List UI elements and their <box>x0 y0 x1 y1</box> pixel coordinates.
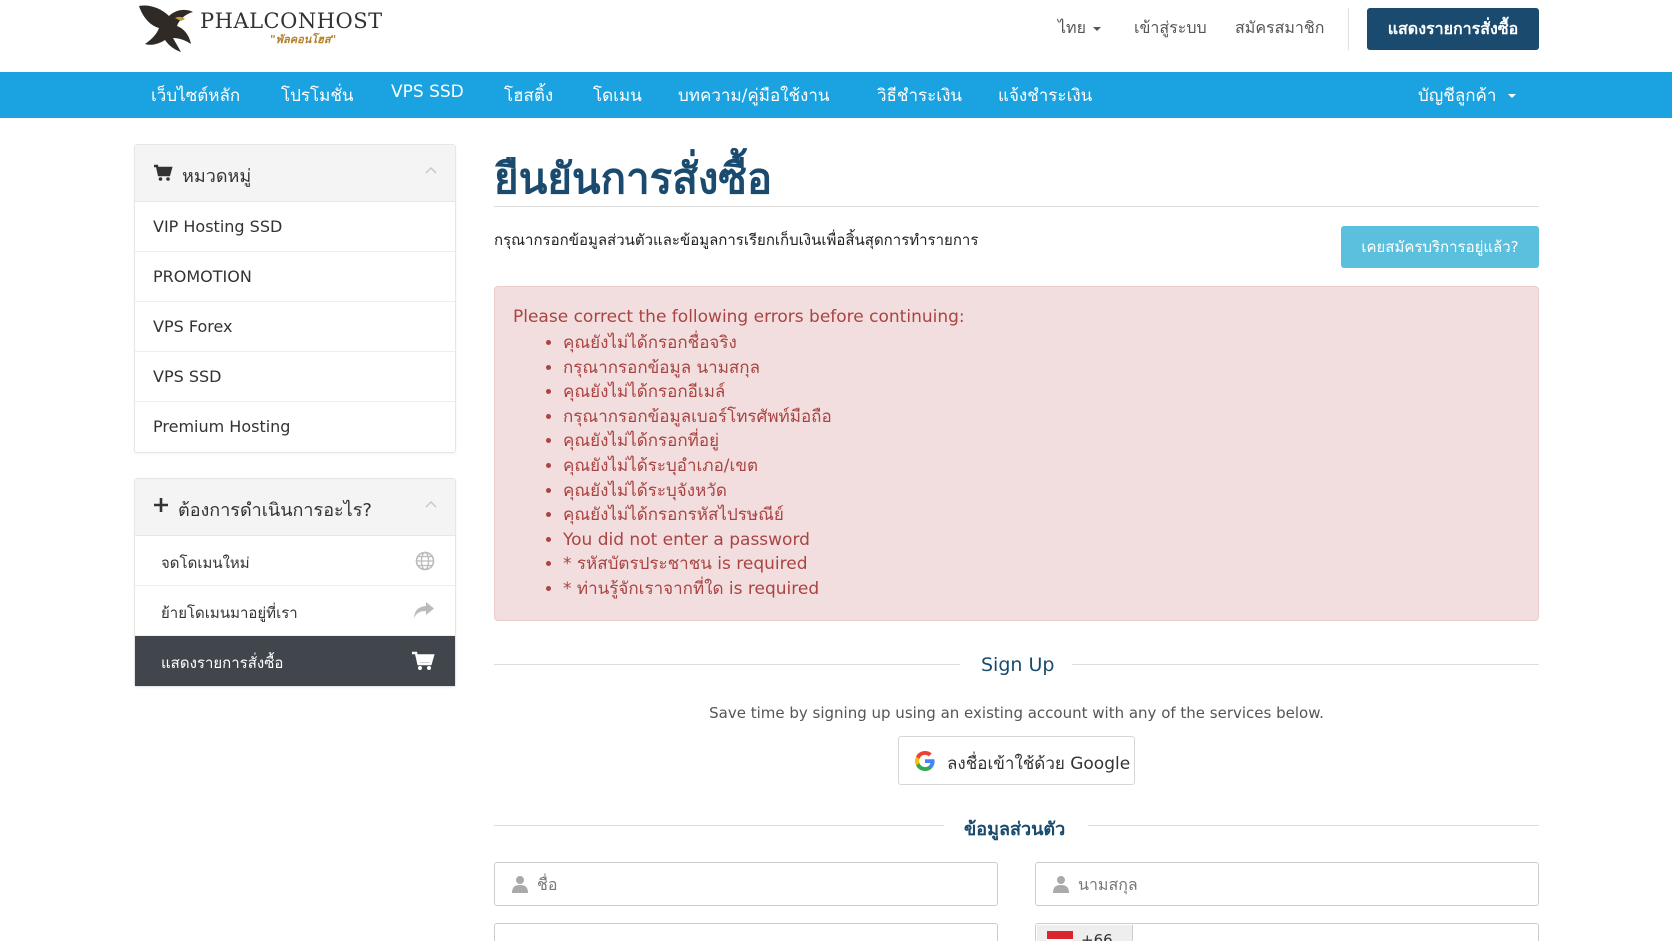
nav-item-promotion[interactable]: โปรโมชั่น <box>281 82 354 109</box>
cart-icon <box>153 164 173 186</box>
error-item: คุณยังไม่ได้กรอกอีเมล์ <box>563 380 832 405</box>
categories-panel-header[interactable]: หมวดหมู่ <box>135 145 455 202</box>
error-list: คุณยังไม่ได้กรอกชื่อจริง กรุณากรอกข้อมูล… <box>563 331 832 602</box>
last-name-input[interactable] <box>1078 863 1530 905</box>
account-menu-label: บัญชีลูกค้า <box>1418 86 1497 106</box>
language-dropdown[interactable]: ไทย <box>1058 16 1101 41</box>
account-menu[interactable]: บัญชีลูกค้า <box>1418 82 1517 109</box>
existing-customer-button[interactable]: เคยสมัครบริการอยู่แล้ว? <box>1341 226 1539 268</box>
logo-subtext: "พัลคอนโฮส" <box>270 33 337 46</box>
error-item: * รหัสบัตรประชาชน is required <box>563 552 832 577</box>
error-item: You did not enter a password <box>563 528 832 553</box>
nav-item-payment-notify[interactable]: แจ้งชำระเงิน <box>998 82 1092 109</box>
email-field[interactable] <box>494 923 998 941</box>
header-divider <box>1348 8 1349 50</box>
signup-title: Sign Up <box>981 654 1055 676</box>
action-register-domain[interactable]: จดโดเมนใหม่ <box>135 536 455 586</box>
category-item-label: Premium Hosting <box>153 417 291 436</box>
error-alert-heading: Please correct the following errors befo… <box>513 307 965 327</box>
category-item[interactable]: VIP Hosting SSD <box>135 202 455 252</box>
signup-subtitle: Save time by signing up using an existin… <box>709 704 1324 722</box>
category-item[interactable]: PROMOTION <box>135 252 455 302</box>
signup-divider-right <box>1072 664 1539 665</box>
actions-panel: ต้องการดำเนินการอะไร? จดโดเมนใหม่ ย้ายโด… <box>134 478 456 687</box>
google-signin-button[interactable]: ลงชื่อเข้าใช้ด้วย Google <box>898 736 1135 785</box>
category-item-label: PROMOTION <box>153 267 252 286</box>
caret-down-icon <box>1508 94 1517 98</box>
action-label: จดโดเมนใหม่ <box>161 554 250 572</box>
user-icon <box>512 875 528 897</box>
actions-panel-header[interactable]: ต้องการดำเนินการอะไร? <box>135 479 455 536</box>
phone-field[interactable]: +66 <box>1035 923 1539 941</box>
language-label: ไทย <box>1058 18 1086 37</box>
error-item: คุณยังไม่ได้ระบุจังหวัด <box>563 479 832 504</box>
google-signin-label: ลงชื่อเข้าใช้ด้วย Google <box>947 754 1131 774</box>
eagle-logo-icon <box>139 5 193 52</box>
categories-panel: หมวดหมู่ VIP Hosting SSD PROMOTION VPS F… <box>134 144 456 453</box>
personal-divider-left <box>494 825 944 826</box>
country-code-label: +66 <box>1081 931 1113 941</box>
chevron-up-icon <box>425 166 437 174</box>
signup-divider-left <box>494 664 960 665</box>
login-link[interactable]: เข้าสู่ระบบ <box>1134 16 1207 41</box>
nav-item-hosting[interactable]: โฮสติ้ง <box>504 82 553 109</box>
category-item[interactable]: Premium Hosting <box>135 402 455 452</box>
action-view-cart[interactable]: แสดงรายการสั่งซื้อ <box>135 636 455 686</box>
category-item-label: VPS Forex <box>153 317 233 336</box>
nav-item-vps-ssd[interactable]: VPS SSD <box>391 82 464 102</box>
personal-divider-right <box>1088 825 1539 826</box>
category-item[interactable]: VPS SSD <box>135 352 455 402</box>
thailand-flag-icon <box>1047 931 1073 939</box>
error-item: กรุณากรอกข้อมูลเบอร์โทรศัพท์มือถือ <box>563 405 832 430</box>
actions-panel-title: ต้องการดำเนินการอะไร? <box>178 500 372 521</box>
category-item[interactable]: VPS Forex <box>135 302 455 352</box>
user-icon <box>1053 875 1069 897</box>
nav-item-home[interactable]: เว็บไซต์หลัก <box>151 82 240 109</box>
main-nav: เว็บไซต์หลัก โปรโมชั่น VPS SSD โฮสติ้ง โ… <box>0 72 1672 118</box>
error-item: กรุณากรอกข้อมูล นามสกุล <box>563 356 832 381</box>
action-transfer-domain[interactable]: ย้ายโดเมนมาอยู่ที่เรา <box>135 586 455 636</box>
last-name-field[interactable] <box>1035 862 1539 906</box>
first-name-input[interactable] <box>537 863 989 905</box>
register-link[interactable]: สมัครสมาชิก <box>1235 16 1324 41</box>
first-name-field[interactable] <box>494 862 998 906</box>
caret-down-icon <box>1092 26 1101 31</box>
country-code-selector[interactable]: +66 <box>1037 925 1133 941</box>
category-item-label: VIP Hosting SSD <box>153 217 283 236</box>
site-logo[interactable]: PHALCONHOST "พัลคอนโฮส" <box>135 0 382 60</box>
error-alert: Please correct the following errors befo… <box>494 286 1539 621</box>
error-item: คุณยังไม่ได้กรอกชื่อจริง <box>563 331 832 356</box>
error-item: คุณยังไม่ได้ระบุอำเภอ/เขต <box>563 454 832 479</box>
top-header: PHALCONHOST "พัลคอนโฮส" ไทย เข้าสู่ระบบ … <box>0 0 1672 72</box>
share-arrow-icon <box>413 601 435 623</box>
action-label: ย้ายโดเมนมาอยู่ที่เรา <box>161 604 298 622</box>
plus-icon <box>153 497 169 517</box>
chevron-up-icon <box>425 500 437 508</box>
nav-item-articles[interactable]: บทความ/คู่มือใช้งาน <box>678 82 830 109</box>
nav-item-domain[interactable]: โดเมน <box>593 82 642 109</box>
page-title: ยืนยันการสั่งซื้อ <box>494 154 773 203</box>
title-divider <box>494 206 1539 207</box>
globe-icon <box>415 551 435 575</box>
nav-item-payment-methods[interactable]: วิธีชำระเงิน <box>877 82 962 109</box>
error-item: คุณยังไม่ได้กรอกรหัสไปรษณีย์ <box>563 503 832 528</box>
google-logo-icon <box>914 750 936 776</box>
view-cart-button[interactable]: แสดงรายการสั่งซื้อ <box>1367 8 1539 50</box>
category-item-label: VPS SSD <box>153 367 222 386</box>
action-label: แสดงรายการสั่งซื้อ <box>161 654 284 672</box>
error-item: คุณยังไม่ได้กรอกที่อยู่ <box>563 429 832 454</box>
intro-text: กรุณากรอกข้อมูลส่วนตัวและข้อมูลการเรียกเ… <box>494 231 979 249</box>
error-item: * ท่านรู้จักเราจากที่ใด is required <box>563 577 832 602</box>
categories-panel-title: หมวดหมู่ <box>182 166 252 187</box>
cart-icon <box>411 651 435 675</box>
personal-info-title: ข้อมูลส่วนตัว <box>964 819 1066 840</box>
